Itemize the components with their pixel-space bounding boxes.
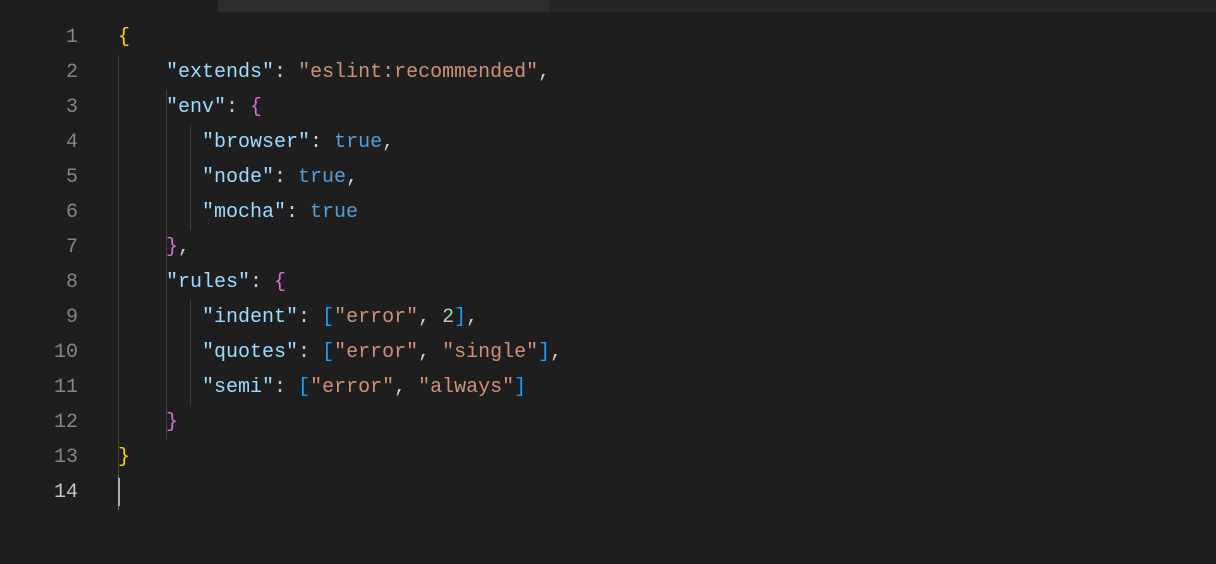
json-key: "semi" (202, 376, 274, 399)
code-line[interactable]: "quotes": ["error", "single"], (202, 335, 562, 370)
line-number: 12 (0, 405, 78, 440)
comma: , (466, 306, 478, 329)
json-string: "always" (418, 376, 514, 399)
gutter: 1 2 3 4 5 6 7 8 9 10 11 12 13 14 (0, 12, 92, 564)
code-line[interactable]: "env": { (166, 90, 262, 125)
bracket-open: [ (322, 341, 334, 364)
tab-active[interactable] (0, 0, 218, 12)
bracket-open: [ (298, 376, 310, 399)
brace-open: { (118, 26, 130, 49)
line-number: 7 (0, 230, 78, 265)
bracket-close: ] (538, 341, 550, 364)
colon: : (286, 201, 298, 224)
line-number: 3 (0, 90, 78, 125)
colon: : (310, 131, 322, 154)
json-string: "error" (334, 306, 418, 329)
json-key: "node" (202, 166, 274, 189)
space (238, 96, 250, 119)
colon: : (274, 376, 286, 399)
space (406, 376, 418, 399)
code-line[interactable]: "mocha": true (202, 195, 358, 230)
tab-inactive[interactable] (218, 0, 550, 12)
bracket-open: [ (322, 306, 334, 329)
text-cursor (118, 478, 120, 506)
brace-close: } (166, 236, 178, 259)
colon: : (274, 166, 286, 189)
code-line[interactable]: } (166, 405, 178, 440)
space (262, 271, 274, 294)
json-bool: true (298, 166, 346, 189)
comma: , (538, 61, 550, 84)
json-string: "eslint:recommended" (298, 61, 538, 84)
comma: , (418, 341, 430, 364)
json-key: "quotes" (202, 341, 298, 364)
colon: : (298, 306, 310, 329)
json-key: "extends" (166, 61, 274, 84)
colon: : (226, 96, 238, 119)
code-area[interactable]: { "extends": "eslint:recommended", "env"… (118, 12, 1216, 564)
code-line[interactable]: "extends": "eslint:recommended", (166, 55, 550, 90)
brace-open: { (250, 96, 262, 119)
comma: , (550, 341, 562, 364)
space (430, 341, 442, 364)
line-number: 13 (0, 440, 78, 475)
bracket-close: ] (454, 306, 466, 329)
json-string: "single" (442, 341, 538, 364)
code-line[interactable]: }, (166, 230, 190, 265)
json-key: "rules" (166, 271, 250, 294)
line-number: 2 (0, 55, 78, 90)
code-line[interactable]: "rules": { (166, 265, 286, 300)
line-number-active: 14 (0, 475, 78, 510)
line-number: 5 (0, 160, 78, 195)
space (310, 306, 322, 329)
json-bool: true (310, 201, 358, 224)
comma: , (394, 376, 406, 399)
space (298, 201, 310, 224)
colon: : (274, 61, 286, 84)
indent-guide (190, 125, 191, 230)
code-line[interactable]: "browser": true, (202, 125, 394, 160)
colon: : (298, 341, 310, 364)
json-key: "indent" (202, 306, 298, 329)
comma: , (178, 236, 190, 259)
brace-close: } (166, 411, 178, 434)
json-number: 2 (442, 306, 454, 329)
line-number: 11 (0, 370, 78, 405)
comma: , (382, 131, 394, 154)
line-number: 9 (0, 300, 78, 335)
line-number: 1 (0, 20, 78, 55)
bracket-close: ] (514, 376, 526, 399)
editor[interactable]: 1 2 3 4 5 6 7 8 9 10 11 12 13 14 { "exte… (0, 12, 1216, 564)
code-line[interactable]: } (118, 440, 130, 475)
brace-open: { (274, 271, 286, 294)
space (286, 61, 298, 84)
line-number: 8 (0, 265, 78, 300)
json-key: "env" (166, 96, 226, 119)
line-number: 6 (0, 195, 78, 230)
json-string: "error" (310, 376, 394, 399)
json-string: "error" (334, 341, 418, 364)
comma: , (418, 306, 430, 329)
brace-close: } (118, 446, 130, 469)
code-line[interactable]: { (118, 20, 130, 55)
comma: , (346, 166, 358, 189)
tab-bar (0, 0, 1216, 12)
code-line[interactable]: "node": true, (202, 160, 358, 195)
space (286, 376, 298, 399)
line-number: 4 (0, 125, 78, 160)
code-line[interactable]: "indent": ["error", 2], (202, 300, 478, 335)
json-key: "mocha" (202, 201, 286, 224)
json-key: "browser" (202, 131, 310, 154)
tab-strip (550, 0, 1216, 12)
json-bool: true (334, 131, 382, 154)
indent-guide (190, 300, 191, 405)
colon: : (250, 271, 262, 294)
line-number: 10 (0, 335, 78, 370)
space (322, 131, 334, 154)
code-line[interactable]: "semi": ["error", "always"] (202, 370, 526, 405)
space (430, 306, 442, 329)
indent-guide (118, 55, 119, 475)
space (286, 166, 298, 189)
space (310, 341, 322, 364)
